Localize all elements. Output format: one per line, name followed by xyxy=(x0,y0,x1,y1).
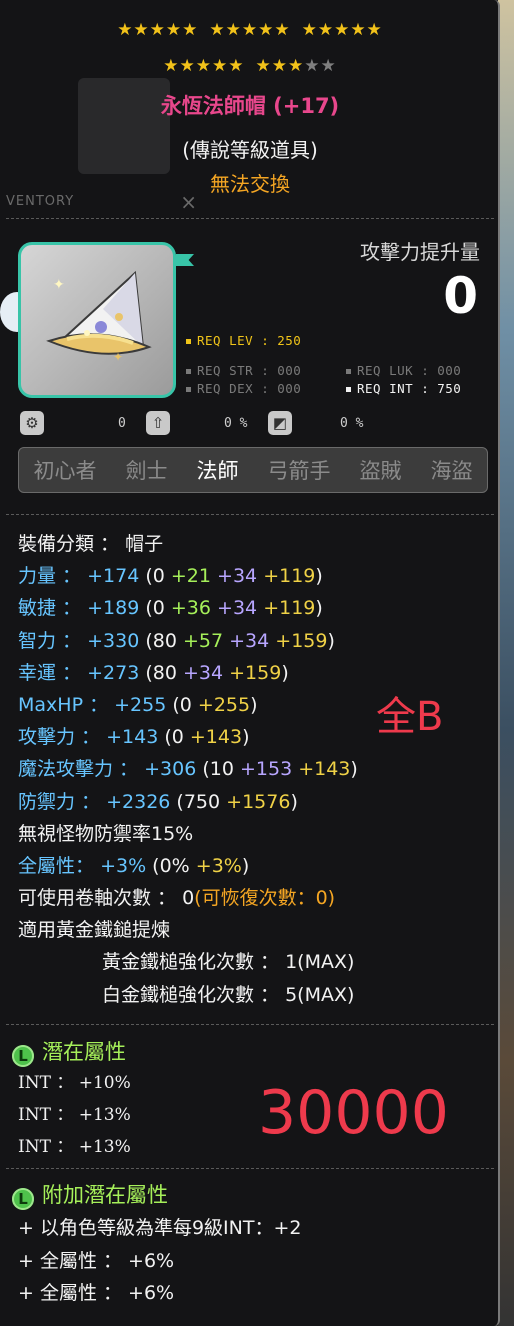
attack-increase-label: 攻擊力提升量 xyxy=(360,240,480,264)
stat-list: 裝備分類 ： 帽子 力量 ： +174 (0 +21 +34 +119) 敏捷 … xyxy=(18,528,488,1011)
item-grade: (傳說等級道具) xyxy=(182,138,318,162)
scroll-slots: 可使用卷軸次數 ： 0(可恢復次數：0) xyxy=(18,887,336,910)
potential-header: L 潛在屬性 xyxy=(12,1037,126,1067)
background-inventory-bar: VENTORY × xyxy=(6,190,197,214)
percent-2: 0 % xyxy=(340,416,364,431)
item-tooltip: ★★★★★ ★★★★★ ★★★★★ ★★★★★ ★★★★★ 永恆法師帽 (+17) (… xyxy=(0,0,500,1326)
svg-text:✦: ✦ xyxy=(113,350,123,364)
item-tab-flag xyxy=(176,254,194,266)
stat-all-stat: 全屬性： +3% (0% +3%) xyxy=(18,854,250,877)
gold-hammer-count: 黃金鐵槌強化次數 ： 1(MAX) xyxy=(102,951,355,974)
stat-ignore-defense: 無視怪物防禦率15% xyxy=(18,822,194,845)
legendary-icon: L xyxy=(12,1045,34,1067)
equip-category: 裝備分類 ： 帽子 xyxy=(18,533,164,555)
bonus-potential-line-1: + 以角色等級為準每9級INT：+2 xyxy=(18,1217,302,1239)
hammer-applied: 適用黃金鐵鎚提煉 xyxy=(18,919,171,942)
percent-1: 0 % xyxy=(224,416,248,431)
job-magician: 法師 xyxy=(196,459,239,483)
potential-line-1: INT ： +10% xyxy=(18,1073,131,1093)
potential-line-2: INT ： +13% xyxy=(18,1105,131,1125)
req-str: REQ STR : 000 xyxy=(186,363,301,378)
close-icon: × xyxy=(180,190,197,214)
potential-line-3: INT ： +13% xyxy=(18,1137,131,1157)
attack-increase-value: 0 xyxy=(443,267,478,325)
divider xyxy=(6,218,494,219)
req-luk: REQ LUK : 000 xyxy=(346,363,461,378)
stat-dex: 敏捷 ： +189 (0 +36 +34 +119) xyxy=(18,597,323,620)
platinum-hammer-count: 白金鐵槌強化次數 ： 5(MAX) xyxy=(102,983,355,1006)
bonus-potential-header: L 附加潛在屬性 xyxy=(12,1180,168,1210)
item-icon-frame: ✦ ✦ xyxy=(18,242,176,398)
job-warrior: 劍士 xyxy=(125,459,168,483)
bonus-potential-line-3: + 全屬性 ： +6% xyxy=(18,1282,175,1304)
bonus-potential-line-2: + 全屬性 ： +6% xyxy=(18,1250,175,1272)
job-class-bar: 初心者 劍士 法師 弓箭手 盜賊 海盜 xyxy=(18,447,488,493)
job-beginner: 初心者 xyxy=(33,459,97,483)
job-thief: 盜賊 xyxy=(359,459,402,483)
divider xyxy=(6,1168,494,1169)
stat-magic-attack: 魔法攻擊力 ： +306 (10 +153 +143) xyxy=(18,758,358,781)
divider xyxy=(6,514,494,515)
game-background xyxy=(498,0,514,1326)
cube-count: 0 xyxy=(118,416,126,431)
job-bowman: 弓箭手 xyxy=(267,459,331,483)
req-dex: REQ DEX : 000 xyxy=(186,381,301,396)
item-name: 永恆法師帽 (+17) xyxy=(160,94,340,118)
star-force-row-2: ★★★★★ ★★★★★ xyxy=(163,56,337,76)
annotation-price: 30000 xyxy=(258,1078,449,1148)
upgrade-icon: ⇧ xyxy=(146,411,170,435)
annotation-full-b: 全B xyxy=(376,694,444,740)
stat-int: 智力 ： +330 (80 +57 +34 +159) xyxy=(18,629,335,652)
wizard-hat-icon: ✦ ✦ xyxy=(46,270,152,364)
divider xyxy=(6,1024,494,1025)
cube-icon: ⚙ xyxy=(20,411,44,435)
svg-text:✦: ✦ xyxy=(53,277,65,293)
legendary-icon: L xyxy=(12,1188,34,1210)
star-force-row-1: ★★★★★ ★★★★★ ★★★★★ xyxy=(117,20,383,40)
req-level: REQ LEV : 250 xyxy=(186,333,301,348)
stat-str: 力量 ： +174 (0 +21 +34 +119) xyxy=(18,565,323,588)
stat-defense: 防禦力 ： +2326 (750 +1576) xyxy=(18,790,298,813)
job-pirate: 海盜 xyxy=(430,459,473,483)
req-int: REQ INT : 750 xyxy=(346,381,461,396)
shield-icon: ◩ xyxy=(268,411,292,435)
